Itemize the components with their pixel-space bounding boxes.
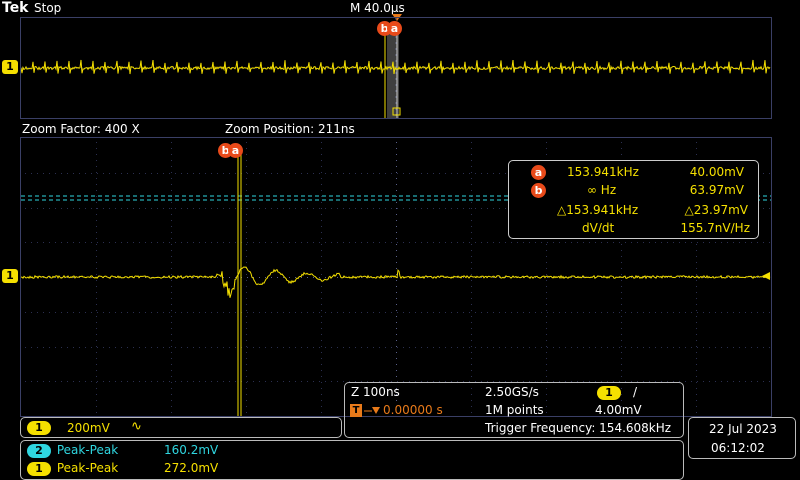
trigger-channel-badge: 1 [597,386,621,400]
cursor-a-frequency: 153.941kHz [567,165,639,179]
cursor-delta-frequency: △153.941kHz [557,203,639,217]
dvdt-label: dV/dt [582,221,615,235]
measurement-label: Peak-Peak [56,461,119,475]
timing-trigger-panel[interactable]: Z 100ns 2.50GS/s 1 / T 0.00000 s 1M poin… [344,382,684,438]
record-length: 1M points [485,403,544,417]
zoom-position-label: Zoom Position: 211ns [225,122,355,136]
measurement-value: 160.2mV [163,443,219,457]
overview-ch1-marker[interactable]: 1 [2,60,18,74]
ac-coupling-icon: ∿ [131,419,142,434]
cursor-a-voltage: 40.00mV [689,165,744,179]
sample-rate: 2.50GS/s [485,385,539,399]
zoom-factor-label: Zoom Factor: 400 X [22,122,140,136]
ch1-badge: 1 [27,421,51,435]
cursor-a-marker[interactable]: a [387,21,402,36]
overview-cursor-markers[interactable]: ba [377,21,402,36]
cursor-delta-voltage: △23.97mV [684,203,748,217]
zoom-trace [21,266,771,298]
zoom-ch1-marker[interactable]: 1 [2,269,18,283]
measurement-label: Peak-Peak [56,443,119,457]
brand-logo: Tek [2,0,29,16]
cursor-b-badge: b [531,183,546,198]
ch1-settings-panel[interactable]: 1 200mV ∿ [20,417,342,438]
timebase-readout[interactable]: M 40.0µs [350,1,405,15]
cursor-readout-panel[interactable]: a 153.941kHz 40.00mV b ∞ Hz 63.97mV △153… [508,160,759,239]
trigger-level: 4.00mV [595,403,642,417]
ch1-scale: 200mV [67,421,110,435]
date: 22 Jul 2023 [709,422,777,436]
run-state: Stop [34,1,62,15]
ch2-badge: 2 [27,444,51,458]
measurement-row[interactable]: 1 Peak-Peak 272.0mV [27,461,218,476]
trigger-level-icon [762,272,770,280]
trigger-slope-icon: / [633,385,638,399]
zoom-timescale: Z 100ns [351,385,400,399]
trigger-position-badge: T [350,404,362,417]
trigger-position: 0.00000 s [383,403,443,417]
cursor-b-frequency: ∞ Hz [587,183,617,197]
cursor-b-voltage: 63.97mV [689,183,744,197]
trigger-arrow-icon [364,407,380,414]
measurements-panel[interactable]: 2 Peak-Peak 160.2mV 1 Peak-Peak 272.0mV [20,440,684,480]
dvdt-value: 155.7nV/Hz [680,221,750,235]
zoom-cursor-markers[interactable]: ba [218,143,243,158]
measurement-value: 272.0mV [163,461,219,475]
ch1-badge: 1 [27,462,51,476]
cursor-a-badge: a [531,165,546,180]
zoom-cursor-a-marker[interactable]: a [228,143,243,158]
measurement-row[interactable]: 2 Peak-Peak 160.2mV [27,443,218,458]
datetime-panel: 22 Jul 2023 06:12:02 [688,417,796,459]
time: 06:12:02 [711,441,765,455]
trigger-frequency: Trigger Frequency: 154.608kHz [485,421,672,435]
